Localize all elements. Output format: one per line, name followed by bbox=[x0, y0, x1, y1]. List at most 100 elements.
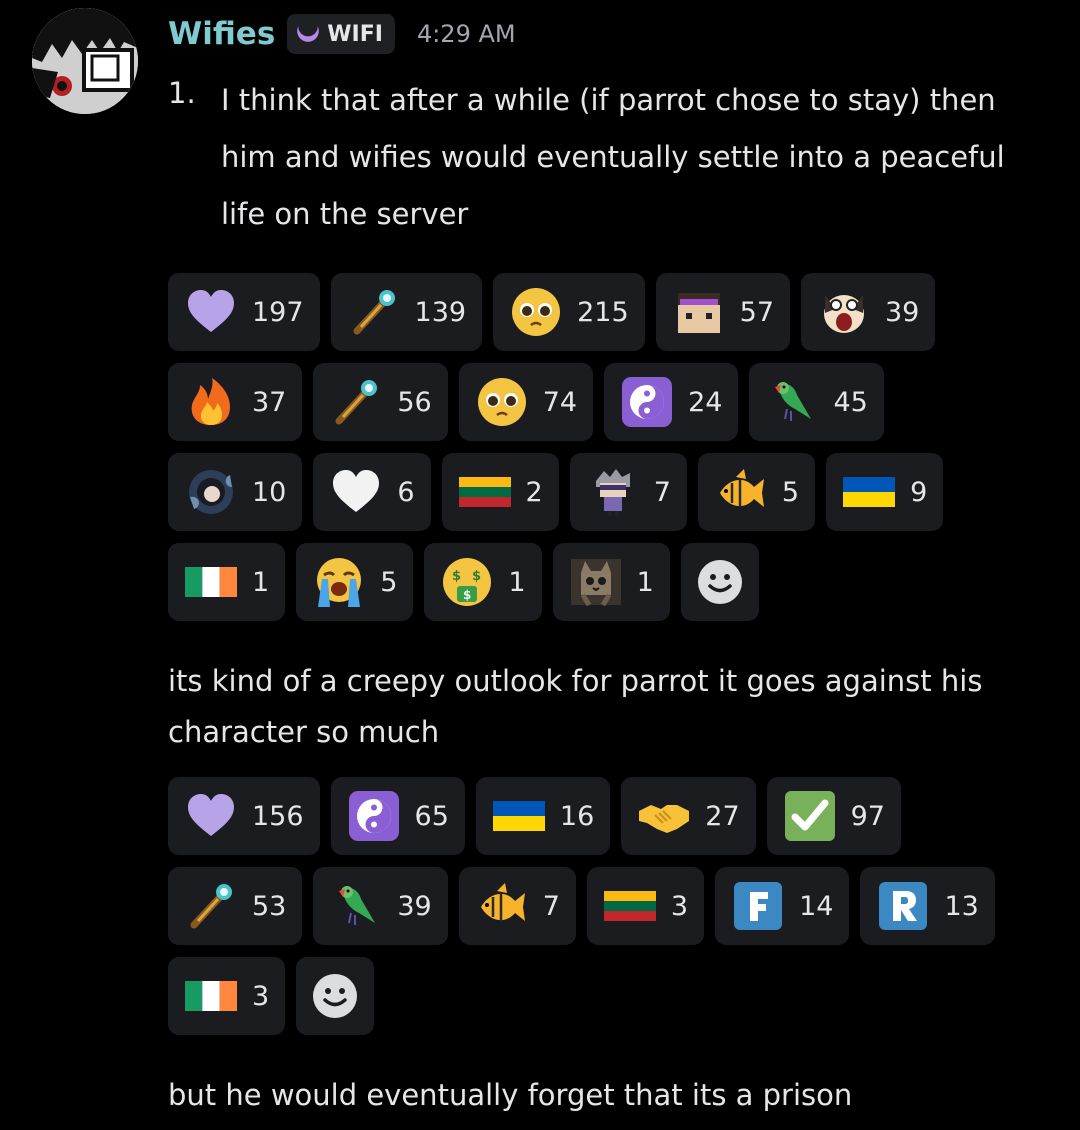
reaction-pleading-face[interactable]: 215 bbox=[493, 273, 645, 351]
reaction-tropical-fish[interactable]: 5 bbox=[697, 453, 816, 531]
reaction-yin-yang[interactable]: 65 bbox=[330, 777, 465, 855]
reaction-yin-yang[interactable]: 24 bbox=[604, 363, 739, 441]
reaction-count: 3 bbox=[670, 890, 689, 922]
reaction-parrot[interactable]: 39 bbox=[313, 867, 448, 945]
fire-icon bbox=[184, 375, 238, 429]
reaction-count: 5 bbox=[380, 566, 398, 598]
reaction-count: 156 bbox=[252, 800, 304, 832]
golden-staff-icon bbox=[329, 375, 383, 429]
reaction-count: 1 bbox=[636, 566, 654, 598]
golden-staff-icon bbox=[347, 285, 401, 339]
reaction-count: 56 bbox=[397, 386, 432, 418]
reaction-check-mark[interactable]: 97 bbox=[766, 777, 901, 855]
message-paragraph-2: its kind of a creepy outlook for parrot … bbox=[168, 664, 983, 749]
reaction-ireland-flag[interactable]: 3 bbox=[168, 957, 286, 1035]
reaction-count: 24 bbox=[688, 386, 723, 418]
reaction-ireland-flag[interactable]: 1 bbox=[168, 543, 286, 621]
svg-text:$: $ bbox=[452, 569, 461, 584]
reaction-count: 7 bbox=[542, 890, 560, 922]
reaction-purple-heart[interactable]: 197 bbox=[168, 273, 320, 351]
reaction-count: 37 bbox=[252, 386, 287, 418]
reaction-purple-heart[interactable]: 156 bbox=[168, 777, 320, 855]
reaction-chibi-character[interactable]: 7 bbox=[569, 453, 687, 531]
reaction-count: 9 bbox=[910, 476, 928, 508]
reaction-count: 2 bbox=[525, 476, 543, 508]
reaction-golden-staff[interactable]: 56 bbox=[313, 363, 448, 441]
svg-text:$: $ bbox=[463, 588, 471, 602]
pleading-face-icon bbox=[475, 375, 529, 429]
reaction-count: 7 bbox=[653, 476, 671, 508]
pleading-face-icon bbox=[509, 285, 563, 339]
crescent-moon-icon bbox=[295, 16, 321, 50]
reaction-cat[interactable]: 1 bbox=[552, 543, 670, 621]
reaction-count: 197 bbox=[252, 296, 304, 328]
reaction-row: 1 5 $ $ $ 1 1 bbox=[168, 543, 1028, 621]
reaction-row: 197 139 215 57 39 bbox=[168, 273, 1028, 351]
reaction-count: 215 bbox=[577, 296, 629, 328]
reaction-count: 97 bbox=[850, 800, 885, 832]
reaction-count: 45 bbox=[833, 386, 868, 418]
reaction-fire[interactable]: 37 bbox=[168, 363, 303, 441]
yin-yang-icon bbox=[620, 375, 674, 429]
reaction-anime-character[interactable]: 10 bbox=[168, 453, 303, 531]
reaction-golden-staff[interactable]: 139 bbox=[330, 273, 483, 351]
reaction-count: 39 bbox=[397, 890, 432, 922]
reaction-screaming-dog[interactable]: 39 bbox=[801, 273, 936, 351]
lithuania-flag-icon bbox=[458, 465, 512, 519]
white-heart-icon bbox=[329, 465, 383, 519]
reaction-row: 37 56 74 24 45 bbox=[168, 363, 1028, 441]
pixel-character-icon bbox=[672, 285, 726, 339]
regional-f-icon bbox=[731, 879, 785, 933]
reaction-ukraine-flag[interactable]: 9 bbox=[826, 453, 944, 531]
reaction-count: 5 bbox=[781, 476, 800, 508]
reactions-group-2: 156 65 16 27 97 53 39 7 3 14 13 3 bbox=[168, 777, 1028, 1047]
tropical-fish-icon bbox=[475, 879, 529, 933]
user-avatar[interactable] bbox=[32, 8, 138, 114]
timestamp: 4:29 AM bbox=[416, 20, 516, 48]
reaction-row: 3 bbox=[168, 957, 1028, 1035]
reaction-white-heart[interactable]: 6 bbox=[313, 453, 431, 531]
reaction-handshake[interactable]: 27 bbox=[621, 777, 756, 855]
reaction-golden-staff[interactable]: 53 bbox=[168, 867, 303, 945]
ireland-flag-icon bbox=[184, 969, 238, 1023]
reaction-count: 14 bbox=[799, 890, 834, 922]
cat-icon bbox=[569, 555, 623, 609]
reaction-lithuania-flag[interactable]: 2 bbox=[441, 453, 559, 531]
add-reaction-smiley-icon bbox=[308, 969, 362, 1023]
parrot-icon bbox=[765, 375, 819, 429]
regional-r-icon bbox=[876, 879, 930, 933]
reaction-count: 27 bbox=[705, 800, 740, 832]
reaction-count: 39 bbox=[885, 296, 920, 328]
server-tag[interactable]: WIFI bbox=[287, 14, 395, 54]
reaction-count: 16 bbox=[559, 800, 595, 832]
reaction-count: 10 bbox=[252, 476, 287, 508]
reaction-tropical-fish[interactable]: 7 bbox=[458, 867, 576, 945]
reaction-ukraine-flag[interactable]: 16 bbox=[475, 777, 611, 855]
svg-text:$: $ bbox=[472, 569, 481, 584]
username[interactable]: Wifies bbox=[168, 16, 275, 52]
reaction-regional-f[interactable]: 14 bbox=[715, 867, 850, 945]
reactions-group-1: 197 139 215 57 39 37 56 74 24 45 10 6 2 … bbox=[168, 273, 1028, 633]
lithuania-flag-icon bbox=[603, 879, 657, 933]
reaction-row: 10 6 2 7 5 9 bbox=[168, 453, 1028, 531]
parrot-icon bbox=[329, 879, 383, 933]
add-reaction-button[interactable] bbox=[680, 543, 759, 621]
tropical-fish-icon bbox=[714, 465, 768, 519]
message-paragraph-3: but he would eventually forget that its … bbox=[168, 1078, 853, 1112]
message-paragraph-1: I think that after a while (if parrot ch… bbox=[221, 83, 1005, 231]
reaction-loudly-crying-face[interactable]: 5 bbox=[296, 543, 414, 621]
reaction-money-mouth-face[interactable]: $ $ $ 1 bbox=[424, 543, 542, 621]
chibi-character-icon bbox=[586, 465, 640, 519]
ukraine-flag-icon bbox=[492, 789, 546, 843]
ireland-flag-icon bbox=[184, 555, 238, 609]
reaction-pixel-character[interactable]: 57 bbox=[655, 273, 790, 351]
reaction-lithuania-flag[interactable]: 3 bbox=[586, 867, 705, 945]
reaction-regional-r[interactable]: 13 bbox=[860, 867, 995, 945]
reaction-row: 156 65 16 27 97 bbox=[168, 777, 1028, 855]
reaction-row: 53 39 7 3 14 13 bbox=[168, 867, 1028, 945]
add-reaction-button[interactable] bbox=[296, 957, 375, 1035]
purple-heart-icon bbox=[184, 285, 238, 339]
reaction-pleading-face[interactable]: 74 bbox=[458, 363, 594, 441]
reaction-count: 139 bbox=[414, 296, 467, 328]
reaction-parrot[interactable]: 45 bbox=[749, 363, 884, 441]
